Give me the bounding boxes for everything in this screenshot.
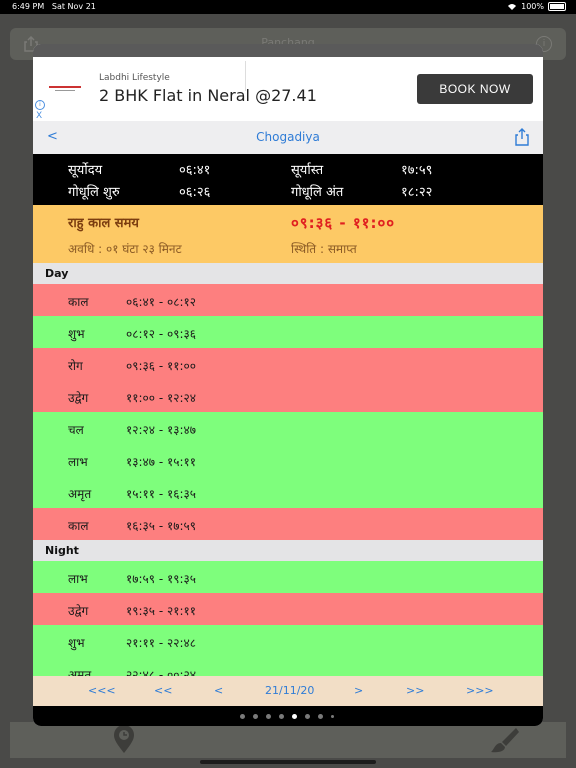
chogadiya-time-range: १५:११ - १६:३५ (126, 487, 196, 501)
chogadiya-nav-bar: < Chogadiya (33, 121, 543, 155)
sunrise-label: सूर्योदय (68, 163, 103, 178)
chogadiya-time-range: ०८:१२ - ०९:३६ (126, 327, 196, 341)
ad-headline: 2 BHK Flat in Neral @27.41 (99, 86, 317, 105)
night-section-header: Night (33, 540, 543, 561)
brush-icon (491, 728, 519, 753)
page-title: Chogadiya (256, 130, 320, 144)
sunset-label: सूर्यास्त (291, 163, 324, 178)
chogadiya-name: अमृत (68, 487, 92, 501)
wifi-icon (508, 3, 517, 10)
chogadiya-time-range: १२:२४ - १३:४७ (126, 423, 196, 437)
status-right: 100% (507, 2, 566, 11)
sheet-grabber-area (33, 44, 543, 57)
day-chogadiya-row[interactable]: शुभ ०८:१२ - ०९:३६ (33, 316, 543, 349)
sunset-time: १७:५९ (401, 163, 433, 178)
day-chogadiya-row[interactable]: लाभ १३:४७ - १५:११ (33, 444, 543, 477)
status-time: 6:49 PM Sat Nov 21 (12, 2, 96, 11)
chogadiya-name: काल (68, 519, 89, 533)
page-dot[interactable] (279, 714, 284, 719)
dusk-start-label: गोधूलि शुरु (68, 185, 120, 200)
night-chogadiya-row[interactable]: शुभ २१:११ - २२:४८ (33, 625, 543, 658)
rahu-kaal-status: स्थिति : समाप्त (291, 242, 357, 256)
page-indicator[interactable] (33, 706, 543, 726)
night-chogadiya-row[interactable]: उद्वेग १९:३५ - २१:११ (33, 593, 543, 626)
ad-info-icon[interactable]: i (35, 100, 45, 110)
chogadiya-name: शुभ (68, 636, 85, 650)
night-chogadiya-row[interactable]: लाभ १७:५९ - १९:३५ (33, 561, 543, 594)
sunrise-time: ०६:४१ (179, 163, 211, 178)
page-dot[interactable] (331, 715, 334, 718)
background-tab-bar (10, 722, 566, 758)
chogadiya-name: काल (68, 295, 89, 309)
ad-logo (47, 81, 83, 95)
dusk-end-time: १८:२२ (401, 185, 433, 200)
day-section-header: Day (33, 263, 543, 284)
prev-day-button[interactable]: < (214, 684, 223, 697)
day-chogadiya-row[interactable]: रोग ०९:३६ - ११:०० (33, 348, 543, 381)
rahu-kaal-time: ०९:३६ - ११:०० (291, 214, 396, 232)
chogadiya-time-range: १९:३५ - २१:११ (126, 604, 196, 618)
chogadiya-time-range: १६:३५ - १७:५९ (126, 519, 196, 533)
battery-icon (548, 2, 566, 11)
ad-close-icon[interactable]: X (36, 111, 42, 121)
day-chogadiya-row[interactable]: उद्वेग ११:०० - १२:२४ (33, 380, 543, 413)
night-section-label: Night (45, 544, 79, 557)
current-date[interactable]: 21/11/20 (265, 684, 314, 697)
day-chogadiya-row[interactable]: अमृत १५:११ - १६:३५ (33, 476, 543, 509)
dusk-start-time: ०६:२६ (179, 185, 211, 200)
chogadiya-time-range: ११:०० - १२:२४ (126, 391, 196, 405)
page-dot[interactable] (240, 714, 245, 719)
chogadiya-time-range: ०९:३६ - ११:०० (126, 359, 196, 373)
last-button[interactable]: >>> (466, 684, 494, 697)
page-dot[interactable] (266, 714, 271, 719)
chogadiya-sheet: Labdhi Lifestyle 2 BHK Flat in Neral @27… (33, 44, 543, 726)
next-day-button[interactable]: > (354, 684, 363, 697)
chogadiya-name: लाभ (68, 572, 88, 586)
sun-times-panel: सूर्योदय ०६:४१ सूर्यास्त १७:५९ गोधूलि शु… (33, 154, 543, 205)
chogadiya-name: उद्वेग (68, 604, 89, 618)
day-chogadiya-row[interactable]: काल १६:३५ - १७:५९ (33, 508, 543, 541)
battery-percent: 100% (521, 2, 544, 11)
status-bar: 6:49 PM Sat Nov 21 100% (0, 0, 576, 14)
share-icon[interactable] (515, 128, 529, 146)
ad-brand: Labdhi Lifestyle (99, 73, 170, 83)
day-section-label: Day (45, 267, 69, 280)
dusk-end-label: गोधूलि अंत (291, 185, 344, 200)
chogadiya-name: उद्वेग (68, 391, 89, 405)
page-dot[interactable] (253, 714, 258, 719)
day-chogadiya-row[interactable]: काल ०६:४१ - ०८:१२ (33, 284, 543, 317)
page-dot[interactable] (292, 714, 297, 719)
location-pin-icon (114, 725, 134, 753)
chogadiya-name: रोग (68, 359, 83, 373)
chogadiya-time-range: १३:४७ - १५:११ (126, 455, 196, 469)
first-button[interactable]: <<< (88, 684, 116, 697)
prev-week-button[interactable]: << (154, 684, 172, 697)
chogadiya-name: चल (68, 423, 84, 437)
next-week-button[interactable]: >> (406, 684, 424, 697)
book-now-button[interactable]: BOOK NOW (417, 74, 533, 104)
chogadiya-name: लाभ (68, 455, 88, 469)
chogadiya-time-range: १७:५९ - १९:३५ (126, 572, 196, 586)
chogadiya-time-range: ०६:४१ - ०८:१२ (126, 295, 196, 309)
chogadiya-time-range: २१:११ - २२:४८ (126, 636, 196, 650)
page-dot[interactable] (305, 714, 310, 719)
date-navigation-bar: <<< << < 21/11/20 > >> >>> (33, 676, 543, 706)
day-chogadiya-row[interactable]: चल १२:२४ - १३:४७ (33, 412, 543, 445)
rahu-kaal-label: राहु काल समय (68, 216, 139, 231)
chogadiya-name: शुभ (68, 327, 85, 341)
ad-banner[interactable]: Labdhi Lifestyle 2 BHK Flat in Neral @27… (33, 57, 543, 121)
rahu-kaal-duration: अवधि : ०१ घंटा २३ मिनट (68, 242, 182, 256)
home-indicator (200, 760, 376, 764)
rahu-kaal-panel: राहु काल समय ०९:३६ - ११:०० अवधि : ०१ घंट… (33, 205, 543, 263)
page-dot[interactable] (318, 714, 323, 719)
